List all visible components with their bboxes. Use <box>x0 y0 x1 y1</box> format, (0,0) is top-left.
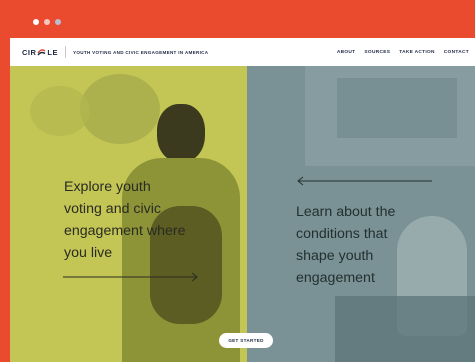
nav-sources[interactable]: SOURCES <box>364 50 390 55</box>
explore-panel[interactable]: Explore youth voting and civic engagemen… <box>10 66 247 362</box>
explore-heading: Explore youth voting and civic engagemen… <box>64 176 185 264</box>
table-image <box>335 296 475 362</box>
nav-contact[interactable]: CONTACT <box>444 50 469 55</box>
tree-foliage-image <box>30 86 90 136</box>
explore-line: engagement where <box>64 223 186 239</box>
person-head-image <box>157 104 205 162</box>
learn-line: conditions that <box>296 226 388 242</box>
window-controls <box>33 19 61 25</box>
logo-text: LE <box>47 47 59 57</box>
flag-swoosh-icon <box>37 49 46 56</box>
main-nav: ABOUT SOURCES TAKE ACTION CONTACT <box>337 50 469 55</box>
nav-take-action[interactable]: TAKE ACTION <box>399 50 435 55</box>
browser-window: CIR LE YOUTH VOTING AND CIVIC ENGAGEMENT… <box>10 38 475 362</box>
tree-foliage-image <box>80 74 160 144</box>
minimize-dot[interactable] <box>44 19 50 25</box>
learn-panel[interactable]: Learn about the conditions that shape yo… <box>247 66 475 362</box>
arrow-left-icon[interactable] <box>295 176 433 186</box>
learn-heading: Learn about the conditions that shape yo… <box>296 201 395 289</box>
learn-line: shape youth <box>296 248 374 264</box>
site-header: CIR LE YOUTH VOTING AND CIVIC ENGAGEMENT… <box>10 38 475 66</box>
learn-line: Learn about the <box>296 204 396 220</box>
explore-line: Explore youth <box>64 179 151 195</box>
header-divider <box>65 46 67 58</box>
hero-section: Explore youth voting and civic engagemen… <box>10 66 475 362</box>
explore-line: you live <box>64 245 113 261</box>
logo-text: CIR <box>22 47 37 57</box>
building-image <box>337 78 457 138</box>
explore-line: voting and civic <box>64 201 161 217</box>
site-tagline: YOUTH VOTING AND CIVIC ENGAGEMENT IN AME… <box>73 49 209 55</box>
circle-logo[interactable]: CIR LE <box>22 48 58 57</box>
arrow-right-icon[interactable] <box>63 272 200 282</box>
get-started-button[interactable]: GET STARTED <box>219 333 273 348</box>
close-dot[interactable] <box>33 19 39 25</box>
learn-line: engagement <box>296 270 375 286</box>
maximize-dot[interactable] <box>55 19 61 25</box>
nav-about[interactable]: ABOUT <box>337 50 356 55</box>
